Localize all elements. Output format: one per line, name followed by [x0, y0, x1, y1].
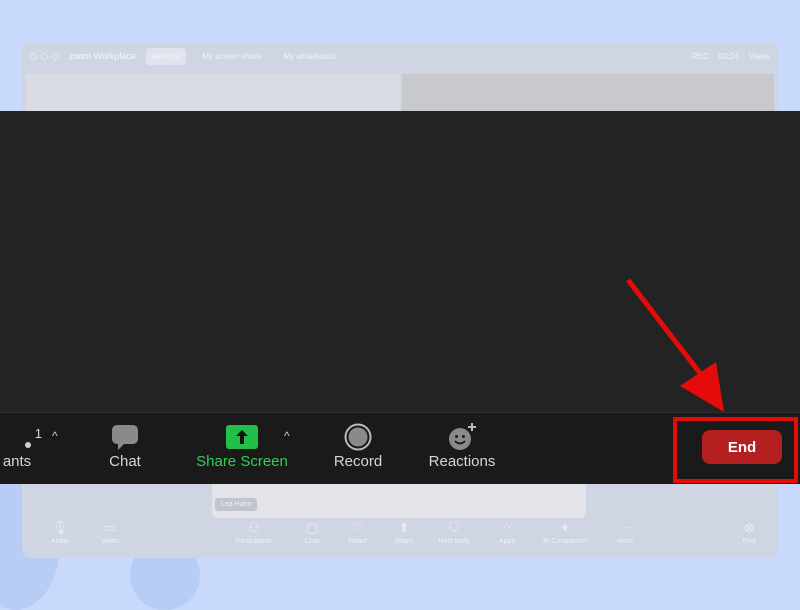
annotation-arrow-icon — [626, 278, 724, 412]
